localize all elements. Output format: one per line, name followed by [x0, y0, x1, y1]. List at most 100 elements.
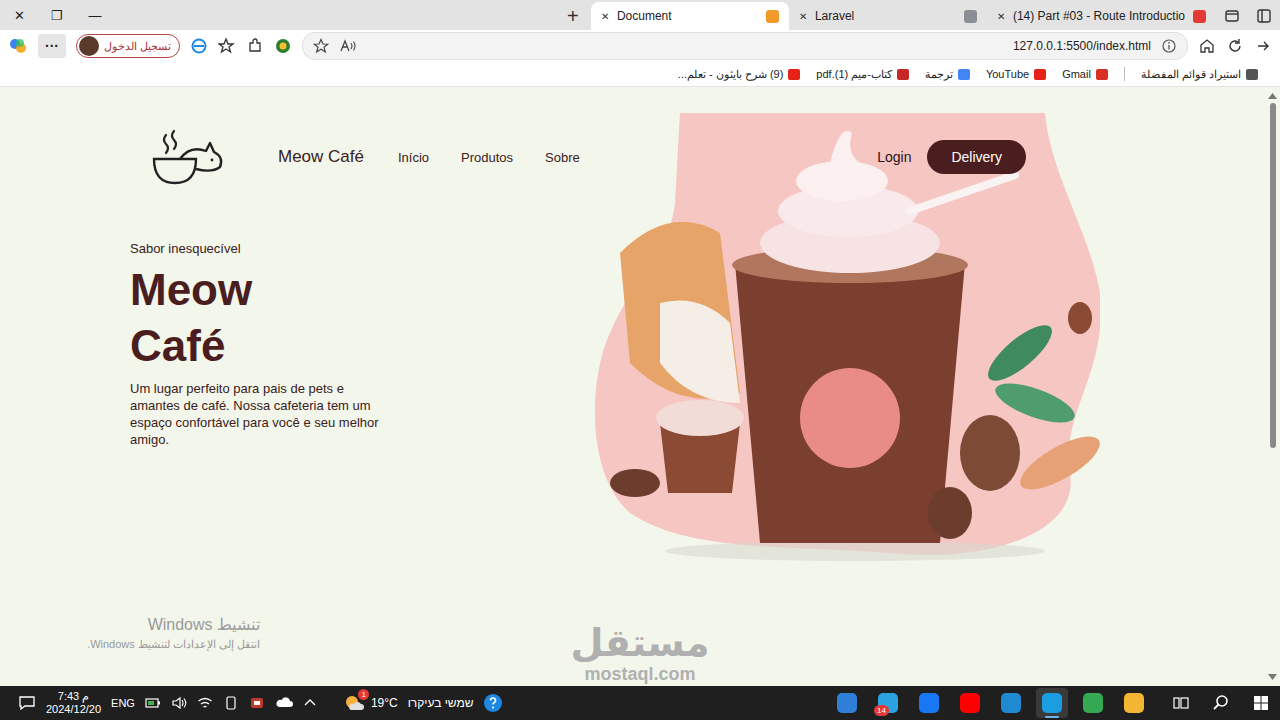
- tab-close-button[interactable]: ✕: [799, 11, 807, 22]
- weather-temperature: 19°C: [371, 696, 398, 710]
- browser-tab[interactable]: ✕ Laravel: [789, 2, 987, 30]
- scroll-up-icon[interactable]: [1268, 93, 1277, 99]
- favorites-icon[interactable]: [218, 37, 236, 55]
- avatar-icon: [79, 36, 99, 56]
- nav-link[interactable]: Início: [398, 150, 429, 165]
- new-tab-button[interactable]: +: [559, 2, 587, 30]
- scrollbar[interactable]: [1265, 87, 1280, 686]
- browser-tab[interactable]: ✕Document: [591, 2, 789, 30]
- tab-favicon-icon: [766, 10, 779, 23]
- language-indicator[interactable]: ENG: [111, 697, 135, 709]
- bookmark-label: ترجمة: [925, 68, 953, 81]
- bookmark-label: (9) شرح بايثون - تعلم...: [678, 68, 784, 81]
- bookmark-item[interactable]: استيراد قوائم المفضلة: [1141, 68, 1258, 81]
- activation-subtitle: انتقل إلى الإعدادات لتنشيط Windows.: [50, 638, 260, 651]
- bookmark-favicon-icon: [1034, 69, 1046, 80]
- web-page: Meow Café Início Produtos Sobre Login Deliver…: [0, 87, 1280, 686]
- tab-close-button[interactable]: ✕: [601, 11, 609, 22]
- taskbar-app[interactable]: [1118, 688, 1150, 718]
- bookmark-item[interactable]: YouTube: [986, 68, 1046, 80]
- toolbar: ··· تسجيل الدخول 127.0.0.1:5500/index.html: [0, 30, 1280, 62]
- back-icon[interactable]: [1254, 37, 1272, 55]
- scroll-down-icon[interactable]: [1268, 674, 1277, 680]
- app-icon: [1124, 693, 1144, 713]
- help-icon[interactable]: [483, 693, 503, 713]
- more-button[interactable]: ···: [38, 34, 66, 58]
- hero-title-line: Café: [130, 318, 590, 374]
- address-bar[interactable]: 127.0.0.1:5500/index.html: [302, 32, 1188, 60]
- show-hidden-icons-icon[interactable]: [303, 696, 317, 710]
- profile-button[interactable]: تسجيل الدخول: [76, 34, 180, 58]
- device-icon[interactable]: [223, 695, 239, 711]
- scroll-thumb[interactable]: [1270, 103, 1276, 448]
- app-icon: [960, 693, 980, 713]
- taskbar-apps: 14: [831, 688, 1150, 718]
- tab-label: (14) Part #03 - Route Introductio: [1013, 9, 1185, 23]
- window-control[interactable]: —: [76, 0, 114, 30]
- app-icon: [919, 693, 939, 713]
- bookmark-favicon-icon: [1096, 69, 1108, 80]
- app-badge: 14: [874, 705, 889, 716]
- taskbar-app[interactable]: [995, 688, 1027, 718]
- battery-icon[interactable]: [145, 695, 161, 711]
- favorite-star-icon[interactable]: [313, 38, 329, 54]
- refresh-icon[interactable]: [1226, 37, 1244, 55]
- notifications-icon[interactable]: [18, 695, 36, 711]
- profile-label: تسجيل الدخول: [104, 40, 171, 53]
- weather-widget[interactable]: 119°Cשמשי בעיקרו: [343, 693, 474, 713]
- bookmark-favicon-icon: [897, 69, 909, 80]
- tab-label: Laravel: [815, 9, 956, 23]
- edge-ie-icon[interactable]: [190, 37, 208, 55]
- taskbar-app[interactable]: [954, 688, 986, 718]
- taskbar: 7:43 م2024/12/20 ENG 119°Cשמשי בעיקרו 14: [0, 686, 1280, 720]
- cat-cup-logo-icon[interactable]: [150, 127, 226, 187]
- extension-icon[interactable]: [274, 37, 292, 55]
- window-control[interactable]: ✕: [0, 0, 38, 30]
- extensions-icon[interactable]: [246, 37, 264, 55]
- nav-link[interactable]: Produtos: [461, 150, 513, 165]
- tab-close-button[interactable]: ✕: [997, 11, 1005, 22]
- login-link[interactable]: Login: [877, 149, 911, 165]
- brand-name[interactable]: Meow Café: [278, 147, 364, 167]
- volume-icon[interactable]: [171, 695, 187, 711]
- hero-description: Um lugar perfeito para pais de pets e am…: [130, 380, 380, 448]
- tab-actions-icon[interactable]: [1224, 8, 1240, 24]
- tab-favicon-icon: [1193, 10, 1206, 23]
- delivery-button[interactable]: Delivery: [927, 140, 1026, 174]
- copilot-icon[interactable]: [8, 36, 28, 56]
- mostaql-watermark: مستقلmostaql.com: [540, 622, 740, 684]
- taskbar-app[interactable]: [1077, 688, 1109, 718]
- nav-link[interactable]: Sobre: [545, 150, 580, 165]
- bookmark-separator: [1124, 67, 1125, 81]
- workspaces-icon[interactable]: [1256, 8, 1272, 24]
- start-icon[interactable]: [1252, 694, 1270, 712]
- screen: ✕❐—+✕Document✕Laravel✕(14) Part #03 - Ro…: [0, 0, 1280, 720]
- hero-title-line: Meow: [130, 262, 590, 318]
- taskbar-app[interactable]: [831, 688, 863, 718]
- browser-tab[interactable]: ✕ (14) Part #03 - Route Introductio: [987, 2, 1216, 30]
- bookmark-item[interactable]: (9) شرح بايثون - تعلم...: [678, 68, 801, 81]
- clock-time: 7:43 م: [58, 690, 89, 703]
- onedrive-icon[interactable]: [275, 695, 293, 711]
- task-view-icon[interactable]: [1172, 694, 1190, 712]
- app-icon: [837, 693, 857, 713]
- activation-watermark: تنشيط Windowsانتقل إلى الإعدادات لتنشيط …: [50, 615, 260, 651]
- app-tray-icon[interactable]: [249, 695, 265, 711]
- bookmark-favicon-icon: [788, 69, 800, 80]
- taskbar-app[interactable]: [913, 688, 945, 718]
- read-aloud-icon[interactable]: [339, 39, 357, 53]
- site-info-icon[interactable]: [1161, 38, 1177, 54]
- window-control[interactable]: ❐: [38, 0, 76, 30]
- taskbar-app[interactable]: 14: [872, 688, 904, 718]
- home-icon[interactable]: [1198, 37, 1216, 55]
- bookmark-item[interactable]: كتاب-ميم (1).pdf: [816, 68, 909, 81]
- clock-date: 2024/12/20: [46, 703, 101, 716]
- bookmark-item[interactable]: Gmail: [1062, 68, 1108, 80]
- wifi-icon[interactable]: [197, 695, 213, 711]
- taskbar-app[interactable]: [1036, 688, 1068, 718]
- bookmark-item[interactable]: ترجمة: [925, 68, 970, 81]
- clock[interactable]: 7:43 م2024/12/20: [46, 690, 101, 716]
- weather-badge: 1: [358, 689, 368, 700]
- app-icon: [1042, 693, 1062, 713]
- search-icon[interactable]: [1212, 694, 1230, 712]
